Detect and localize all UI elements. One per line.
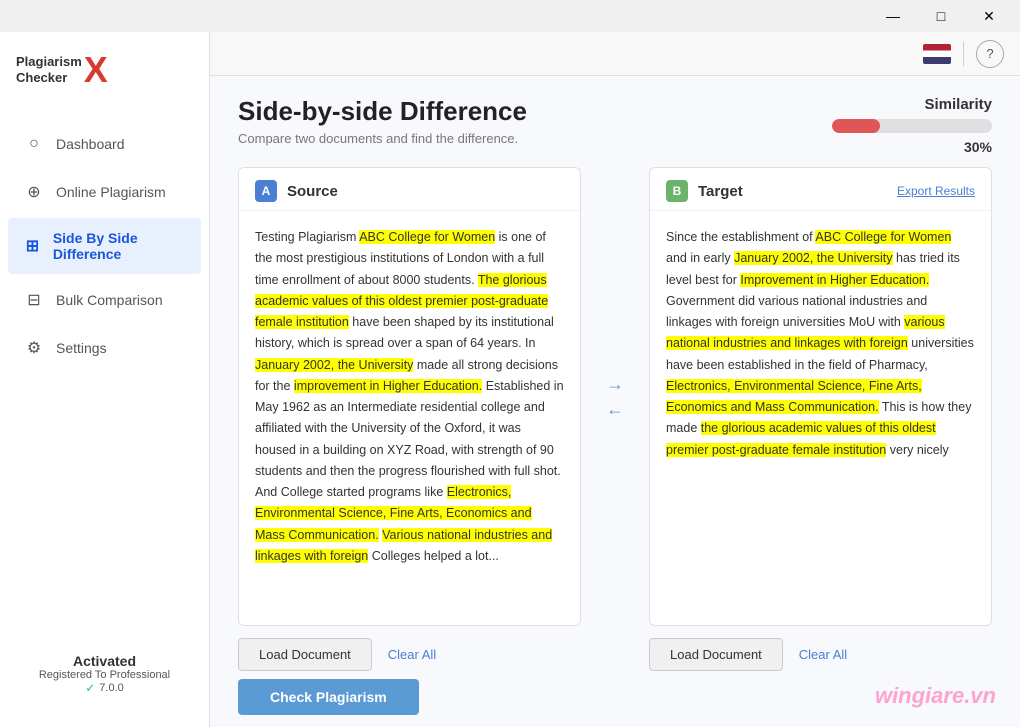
version-number: 7.0.0: [99, 682, 123, 694]
page-subtitle: Compare two documents and find the diffe…: [238, 131, 527, 146]
sidebar-item-bulk-comparison[interactable]: ⊟ Bulk Comparison: [8, 278, 201, 322]
sidebar-item-side-by-side[interactable]: ⊞ Side By Side Difference: [8, 218, 201, 274]
page-title-area: Side-by-side Difference Compare two docu…: [238, 96, 527, 146]
source-panel-header: A Source: [239, 168, 580, 211]
sidebar-item-settings[interactable]: ⚙ Settings: [8, 326, 201, 370]
logo-text-line2: Checker: [16, 70, 82, 86]
settings-icon: ⚙: [24, 338, 44, 358]
title-bar: — □ ✕: [0, 0, 1020, 32]
footer-actions: Load Document Clear All Load Document Cl…: [210, 626, 1020, 679]
export-results-link[interactable]: Export Results: [897, 184, 975, 198]
app-body: Plagiarism Checker X ○ Dashboard ⊕ Onlin…: [0, 32, 1020, 727]
main-content: ? Side-by-side Difference Compare two do…: [210, 32, 1020, 727]
source-highlight-2: The glorious academic values of this old…: [255, 273, 548, 330]
sidebar-top-controls: [0, 112, 209, 120]
source-panel: A Source Testing Plagiarism ABC College …: [238, 167, 581, 626]
target-highlight-4: various national industries and linkages…: [666, 315, 945, 350]
source-title: Source: [287, 183, 338, 200]
online-plagiarism-icon: ⊕: [24, 182, 44, 202]
check-icon: ✓: [85, 681, 95, 695]
target-panel: B Target Export Results Since the establ…: [649, 167, 992, 626]
source-footer-row: Load Document Clear All: [238, 638, 581, 671]
sidebar-item-label-dashboard: Dashboard: [56, 136, 125, 152]
divider: [963, 42, 964, 66]
sidebar-item-online-plagiarism[interactable]: ⊕ Online Plagiarism: [8, 170, 201, 214]
similarity-bar-fill: [832, 119, 880, 133]
similarity-label: Similarity: [924, 96, 992, 113]
flag-icon: [923, 44, 951, 64]
sidebar-item-label-sbs: Side By Side Difference: [53, 230, 185, 262]
source-highlight-3: January 2002, the University: [255, 358, 413, 372]
sidebar: Plagiarism Checker X ○ Dashboard ⊕ Onlin…: [0, 32, 210, 727]
docs-area: A Source Testing Plagiarism ABC College …: [210, 167, 1020, 626]
bottom-area: Check Plagiarism: [210, 679, 1020, 727]
top-bar: ?: [210, 32, 1020, 76]
source-content: Testing Plagiarism ABC College for Women…: [239, 211, 580, 625]
right-arrow-icon: →: [606, 374, 624, 395]
target-badge: B: [666, 180, 688, 202]
logo-text-line1: Plagiarism: [16, 54, 82, 70]
sidebar-item-label-online: Online Plagiarism: [56, 184, 166, 200]
version-label: ✓ 7.0.0: [16, 681, 193, 695]
source-load-document-button[interactable]: Load Document: [238, 638, 372, 671]
source-clear-all-link[interactable]: Clear All: [388, 647, 436, 662]
activated-label: Activated: [16, 653, 193, 669]
source-highlight-4: improvement in Higher Education.: [294, 379, 482, 393]
dashboard-icon: ○: [24, 134, 44, 154]
sidebar-item-dashboard[interactable]: ○ Dashboard: [8, 122, 201, 166]
source-badge: A: [255, 180, 277, 202]
sidebar-bottom: Activated Registered To Professional ✓ 7…: [0, 637, 209, 711]
target-panel-header: B Target Export Results: [650, 168, 991, 211]
target-footer-row: Load Document Clear All: [649, 638, 992, 671]
registered-label: Registered To Professional: [16, 669, 193, 681]
similarity-bar-bg: [832, 119, 992, 133]
page-title: Side-by-side Difference: [238, 96, 527, 127]
logo-area: Plagiarism Checker X: [0, 32, 209, 112]
similarity-pct: 30%: [964, 139, 992, 155]
minimize-button[interactable]: —: [870, 0, 916, 32]
similarity-area: Similarity 30%: [832, 96, 992, 155]
main-header: Side-by-side Difference Compare two docu…: [210, 76, 1020, 167]
sidebar-item-label-bulk: Bulk Comparison: [56, 292, 163, 308]
target-highlight-3: Improvement in Higher Education.: [740, 273, 929, 287]
close-button[interactable]: ✕: [966, 0, 1012, 32]
source-highlight-1: ABC College for Women: [359, 230, 495, 244]
bulk-comparison-icon: ⊟: [24, 290, 44, 310]
target-highlight-6: the glorious academic values of this old…: [666, 421, 936, 456]
check-plagiarism-button[interactable]: Check Plagiarism: [238, 679, 419, 715]
target-title: Target: [698, 183, 743, 200]
sidebar-item-label-settings: Settings: [56, 340, 107, 356]
side-by-side-icon: ⊞: [24, 236, 41, 256]
target-highlight-1: ABC College for Women: [815, 230, 951, 244]
maximize-button[interactable]: □: [918, 0, 964, 32]
target-highlight-5: Electronics, Environmental Science, Fine…: [666, 379, 922, 414]
arrow-divider: → ←: [597, 167, 633, 626]
help-button[interactable]: ?: [976, 40, 1004, 68]
target-highlight-2: January 2002, the University: [734, 251, 892, 265]
target-content: Since the establishment of ABC College f…: [650, 211, 991, 625]
target-load-document-button[interactable]: Load Document: [649, 638, 783, 671]
left-arrow-icon: ←: [606, 399, 624, 420]
logo-x: X: [84, 52, 108, 88]
target-clear-all-link[interactable]: Clear All: [799, 647, 847, 662]
